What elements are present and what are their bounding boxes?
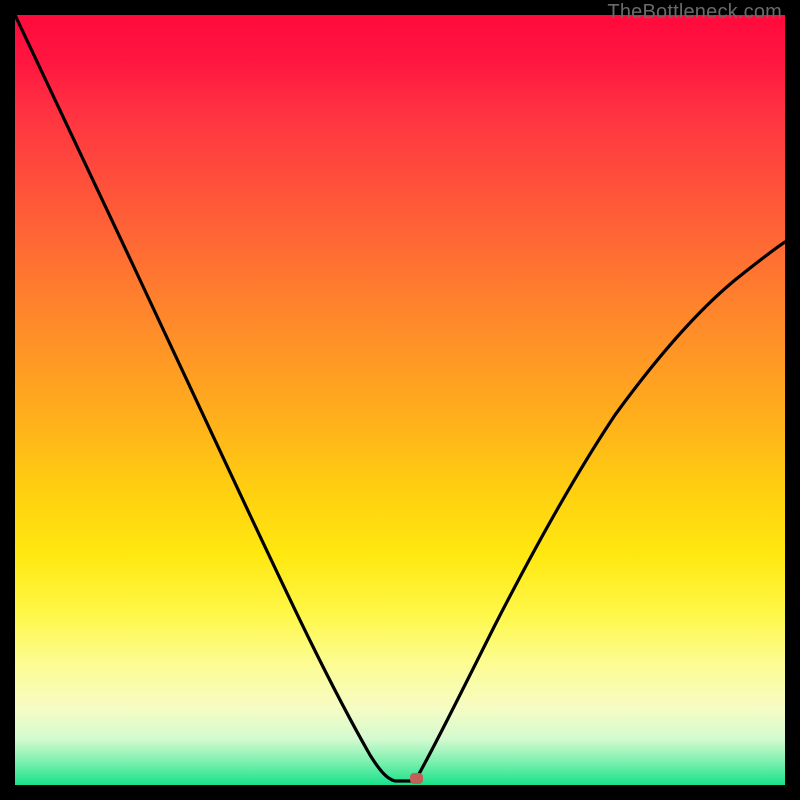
watermark: TheBottleneck.com: [607, 1, 782, 24]
chart-frame: TheBottleneck.com: [0, 0, 800, 800]
optimum-marker: [410, 773, 423, 784]
plot-area: [15, 15, 785, 785]
bottleneck-curve: [15, 15, 785, 785]
curve-path: [15, 15, 785, 781]
